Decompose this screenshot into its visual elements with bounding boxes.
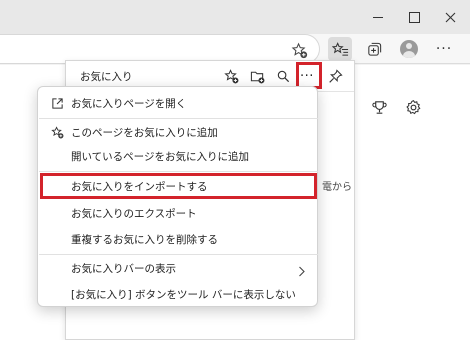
- gear-icon[interactable]: [403, 97, 423, 117]
- avatar: [400, 40, 418, 58]
- menu-item-remove-duplicates[interactable]: 重複するお気に入りを削除する: [38, 227, 317, 251]
- trophy-icon[interactable]: [369, 97, 389, 117]
- menu-item-label: お気に入りページを開く: [71, 97, 187, 110]
- more-options-highlight: [296, 62, 322, 89]
- pin-panel-button[interactable]: [324, 65, 346, 87]
- menu-item-label: 開いているページをお気に入りに追加: [71, 150, 249, 163]
- menu-item-label: 重複するお気に入りを削除する: [71, 233, 218, 246]
- add-this-page-button[interactable]: [220, 65, 242, 87]
- panel-title: お気に入り: [80, 71, 133, 83]
- close-window-button[interactable]: [428, 0, 470, 34]
- title-bar: [0, 0, 470, 34]
- import-highlight: [40, 173, 317, 199]
- menu-item-hide-favorites-button[interactable]: [お気に入り] ボタンをツール バーに表示しない: [38, 282, 317, 306]
- menu-separator: [39, 171, 318, 172]
- add-folder-button[interactable]: [246, 65, 268, 87]
- menu-item-label: お気に入りバーの表示: [71, 262, 176, 275]
- settings-and-more-button[interactable]: ···: [432, 37, 456, 61]
- menu-item-export-favorites[interactable]: お気に入りのエクスポート: [38, 201, 317, 225]
- pin-icon: [328, 68, 343, 83]
- favorites-icon: [331, 41, 348, 56]
- menu-item-label: [お気に入り] ボタンをツール バーに表示しない: [71, 288, 296, 301]
- more-dots-icon: ···: [435, 41, 453, 57]
- menu-item-label: このページをお気に入りに追加: [71, 126, 218, 139]
- add-favorite-button[interactable]: [287, 38, 311, 62]
- search-favorites-button[interactable]: [272, 65, 294, 87]
- menu-item-label: お気に入りのエクスポート: [71, 207, 197, 220]
- menu-item-add-open-pages[interactable]: 開いているページをお気に入りに追加: [38, 144, 317, 168]
- menu-separator: [39, 118, 318, 119]
- star-add-icon: [50, 125, 64, 139]
- menu-item-open-favorites-page[interactable]: お気に入りページを開く: [38, 91, 317, 115]
- menu-item-add-this-page[interactable]: このページをお気に入りに追加: [38, 120, 317, 144]
- search-icon: [277, 70, 289, 82]
- close-icon: [445, 12, 455, 22]
- collections-icon: [367, 42, 381, 56]
- chevron-right-icon: [298, 262, 308, 277]
- open-external-icon: [50, 96, 64, 110]
- profile-button[interactable]: [397, 37, 421, 61]
- collections-button[interactable]: [362, 37, 386, 61]
- star-add-icon: [291, 42, 307, 58]
- favorites-button[interactable]: [328, 37, 352, 61]
- menu-item-show-favorites-bar[interactable]: お気に入りバーの表示: [38, 256, 317, 280]
- star-add-icon: [223, 68, 238, 83]
- favorites-more-menu: お気に入りページを開く このページをお気に入りに追加 開いているページをお気に入…: [37, 86, 318, 307]
- panel-background-text: 電から: [322, 182, 352, 193]
- menu-separator: [39, 254, 318, 255]
- folder-add-icon: [250, 71, 264, 83]
